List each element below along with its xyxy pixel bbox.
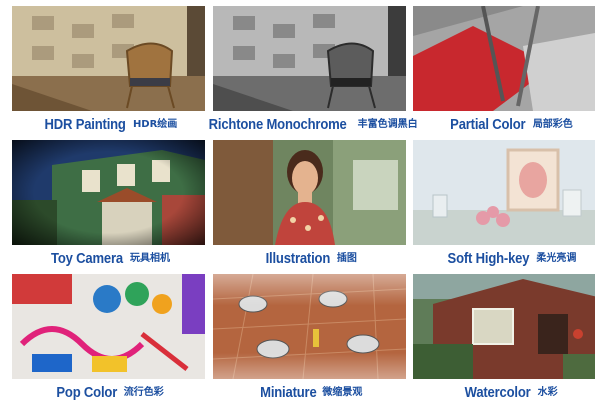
illustration-caption: Illustration 插图 (213, 248, 406, 270)
toy-camera-caption: Toy Camera 玩具相机 (12, 248, 205, 270)
soft-high-key-thumbnail (413, 140, 595, 245)
richtone-monochrome-caption: Richtone Monochrome 丰富色调黑白 (209, 114, 418, 136)
hdr-painting-label-zh: HDR绘画 (132, 119, 178, 130)
partial-color-label-zh: 局部彩色 (532, 119, 573, 130)
miniature-thumbnail (213, 274, 406, 379)
watercolor-label-zh: 水彩 (537, 387, 558, 398)
hdr-painting-thumbnail (12, 6, 205, 111)
pop-color-caption: Pop Color 流行色彩 (12, 382, 205, 404)
richtone-monochrome-thumbnail (213, 6, 406, 111)
watercolor-caption: Watercolor 水彩 (413, 382, 595, 404)
soft-high-key-caption: Soft High-key 柔光亮调 (413, 248, 595, 270)
richtone-monochrome-label: Richtone Monochrome (209, 116, 347, 133)
hdr-painting-label: HDR Painting (44, 116, 126, 133)
pop-color-label: Pop Color (56, 384, 118, 401)
pop-color-thumbnail (12, 274, 205, 379)
miniature-label: Miniature (259, 384, 317, 401)
partial-color-label: Partial Color (450, 116, 526, 133)
toy-camera-label-zh: 玩具相机 (129, 253, 170, 264)
partial-color-thumbnail (413, 6, 595, 111)
richtone-monochrome-label-zh: 丰富色调黑白 (357, 119, 418, 130)
watercolor-thumbnail (413, 274, 595, 379)
watercolor-label: Watercolor (465, 384, 531, 401)
illustration-thumbnail (213, 140, 406, 245)
art-filter-grid: HDR Painting HDR绘画 Richtone Monochrome 丰… (0, 0, 595, 400)
toy-camera-thumbnail (12, 140, 205, 245)
pop-color-label-zh: 流行色彩 (123, 387, 164, 398)
illustration-label: Illustration (265, 250, 331, 267)
illustration-label-zh: 插图 (336, 253, 357, 264)
miniature-caption: Miniature 微缩景观 (213, 382, 406, 404)
soft-high-key-label-zh: 柔光亮调 (536, 253, 577, 264)
toy-camera-label: Toy Camera (51, 250, 123, 267)
partial-color-caption: Partial Color 局部彩色 (413, 114, 595, 136)
hdr-painting-caption: HDR Painting HDR绘画 (12, 114, 205, 136)
soft-high-key-label: Soft High-key (447, 250, 529, 267)
miniature-label-zh: 微缩景观 (322, 387, 363, 398)
